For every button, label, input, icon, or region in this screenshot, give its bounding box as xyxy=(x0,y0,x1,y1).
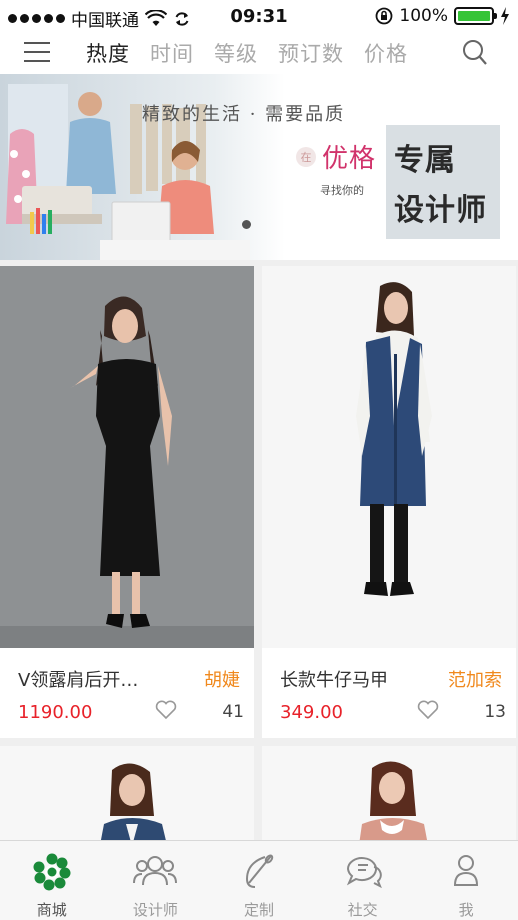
brand-seal: 在 xyxy=(296,146,316,167)
chat-bubbles-icon xyxy=(346,857,382,889)
status-right: 100% xyxy=(375,6,510,26)
status-bar: 中国联通 09:31 100% xyxy=(0,0,518,34)
tag-line-1: 专属 xyxy=(394,143,456,178)
banner-brand: 在 优格 xyxy=(296,138,376,175)
designers-icon xyxy=(133,856,178,886)
banner-slogan: 精致的生活 · 需要品质 xyxy=(142,104,346,125)
menu-icon[interactable] xyxy=(24,42,50,64)
like-count: 41 xyxy=(222,702,244,722)
nav-mall[interactable]: 商城 xyxy=(0,841,104,920)
battery-icon xyxy=(454,7,497,25)
product-title: 长款牛仔马甲 xyxy=(280,670,388,691)
banner-tag-box: 专属 设计师 xyxy=(386,125,500,239)
heart-icon[interactable] xyxy=(416,698,440,722)
nav-label: 定制 xyxy=(243,901,274,919)
tag-line-2: 设计师 xyxy=(394,193,487,228)
product-photo xyxy=(0,266,254,648)
bottom-nav: 商城 设计师 定制 社交 我 xyxy=(0,840,518,920)
product-designer[interactable]: 胡婕 xyxy=(204,666,240,692)
product-designer[interactable]: 范加索 xyxy=(448,666,502,692)
product-title: V领露肩后开… xyxy=(18,670,139,691)
tab-level[interactable]: 等级 xyxy=(214,38,258,68)
product-card[interactable]: 长款牛仔马甲 范加索 349.00 13 xyxy=(262,266,516,738)
nav-label: 社交 xyxy=(347,901,378,919)
charging-icon xyxy=(501,7,509,25)
tab-price[interactable]: 价格 xyxy=(364,38,408,68)
product-photo xyxy=(262,266,516,648)
nav-me[interactable]: 我 xyxy=(414,841,518,920)
nav-social[interactable]: 社交 xyxy=(311,841,415,920)
rotation-lock-icon xyxy=(375,7,393,25)
screen: 中国联通 09:31 100% 热度 时间 等级 预订数 价格 精致的生活 · … xyxy=(0,0,518,920)
nav-label: 设计师 xyxy=(132,901,178,919)
banner-sub: 寻找你的 xyxy=(320,184,364,197)
promo-banner[interactable]: 精致的生活 · 需要品质 在 优格 寻找你的 专属 设计师 xyxy=(0,74,518,260)
banner-pager-dot xyxy=(242,220,251,229)
nav-label: 我 xyxy=(458,901,474,919)
heart-icon[interactable] xyxy=(154,698,178,722)
person-icon xyxy=(454,855,479,886)
sort-tabs: 热度 时间 等级 预订数 价格 xyxy=(86,38,428,68)
nav-designers[interactable]: 设计师 xyxy=(104,841,208,920)
brand-name: 优格 xyxy=(322,144,377,174)
product-price: 1190.00 xyxy=(18,702,93,723)
tab-bookings[interactable]: 预订数 xyxy=(278,38,344,68)
nav-label: 商城 xyxy=(36,901,67,919)
tab-popularity[interactable]: 热度 xyxy=(86,38,130,68)
nav-custom[interactable]: 定制 xyxy=(207,841,311,920)
search-icon[interactable] xyxy=(462,39,488,67)
sort-tab-bar: 热度 时间 等级 预订数 价格 xyxy=(0,34,518,74)
mall-icon xyxy=(33,853,71,891)
like-count: 13 xyxy=(484,702,506,722)
custom-needle-icon xyxy=(245,854,274,888)
tab-time[interactable]: 时间 xyxy=(150,38,194,68)
product-card[interactable]: V领露肩后开… 胡婕 1190.00 41 xyxy=(0,266,254,738)
product-price: 349.00 xyxy=(280,702,343,723)
battery-percent: 100% xyxy=(399,6,448,26)
